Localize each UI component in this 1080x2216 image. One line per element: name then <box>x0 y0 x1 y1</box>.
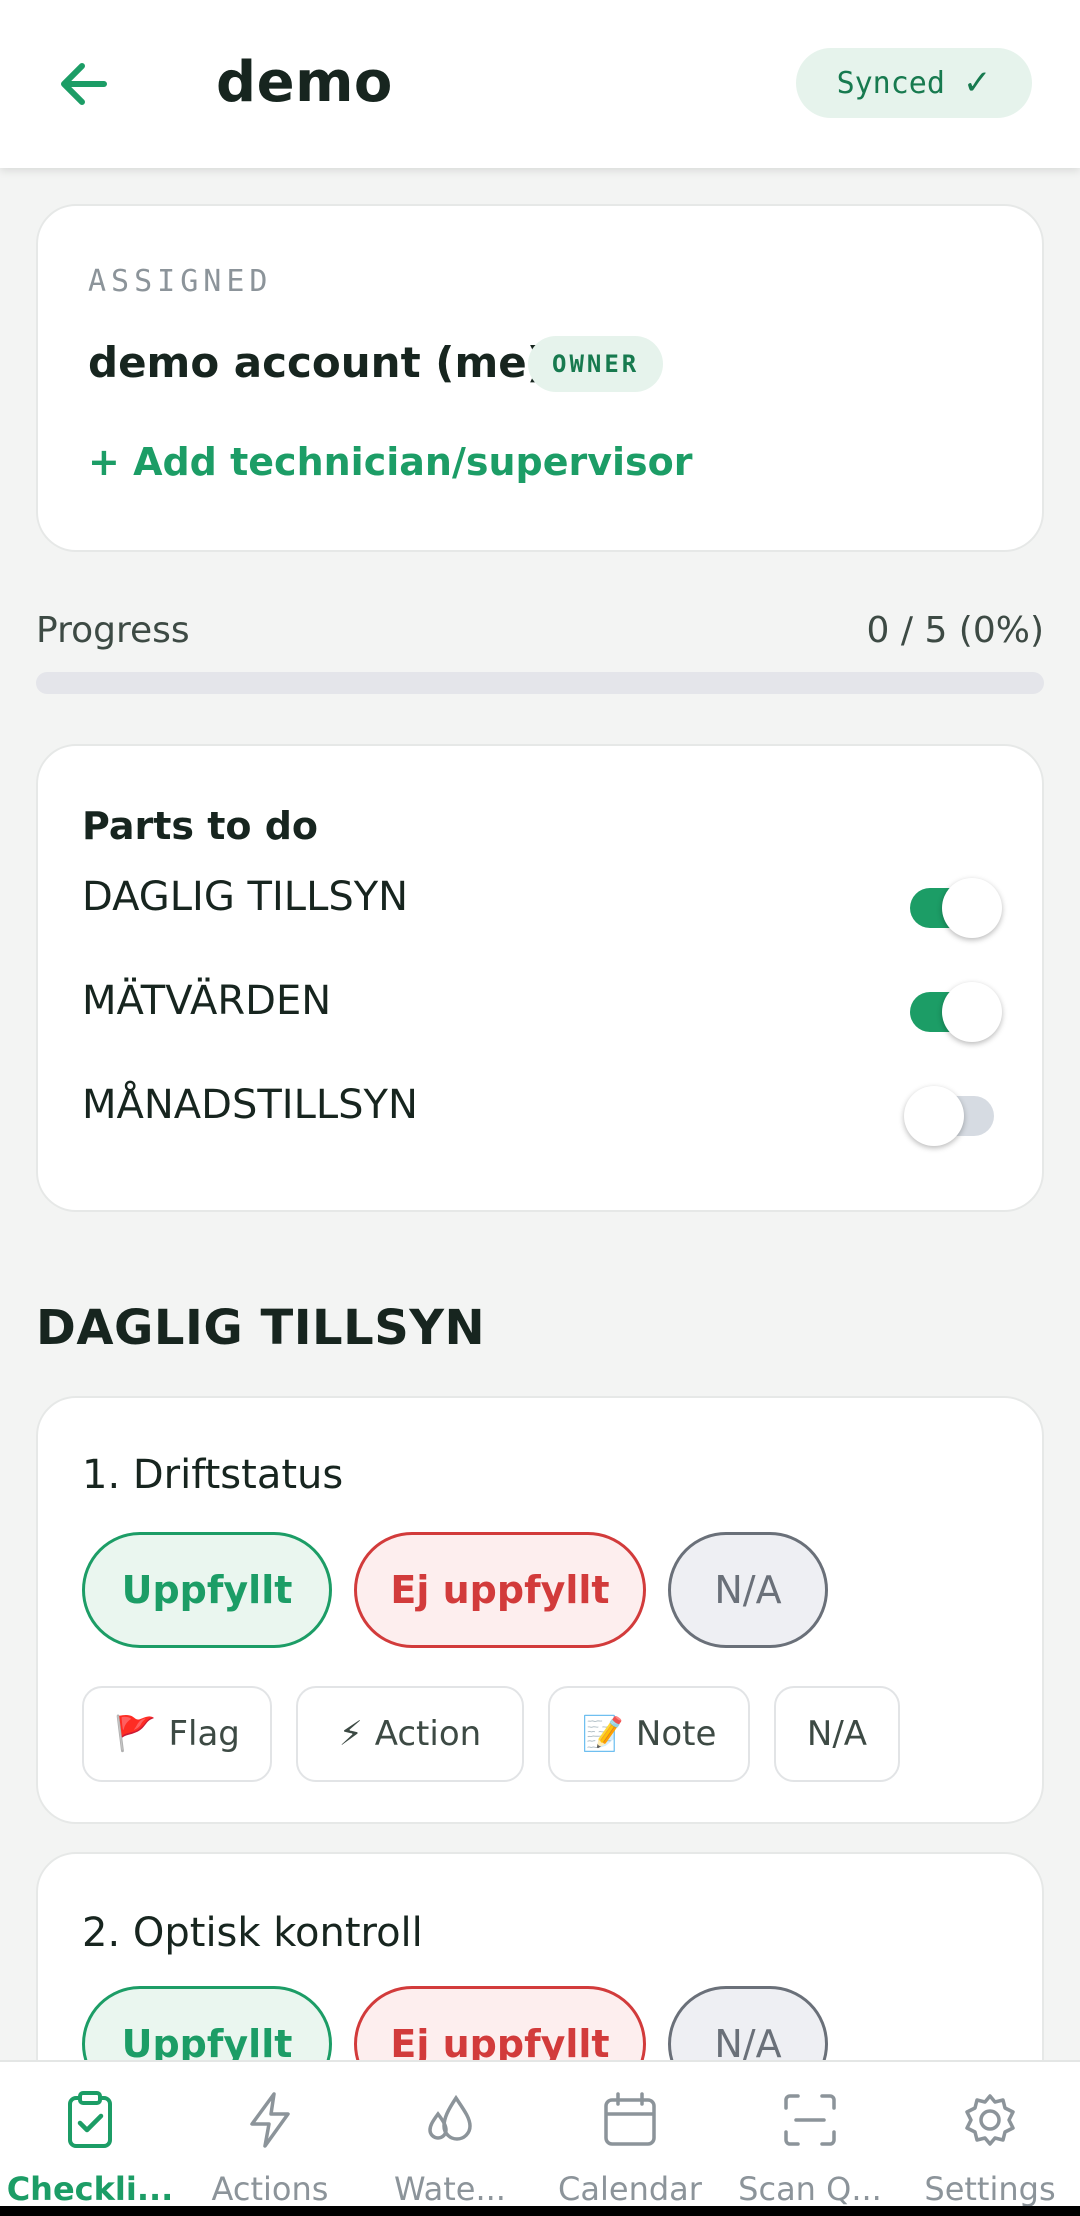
checklist-item-card: 1. Driftstatus Uppfyllt Ej uppfyllt N/A … <box>36 1396 1044 1824</box>
nav-item-checklist[interactable]: Checkli... <box>0 2062 180 2212</box>
note-chip[interactable]: 📝 Note <box>548 1686 750 1782</box>
progress-label: Progress <box>36 610 190 651</box>
check-icon: ✓ <box>962 63 992 103</box>
water-drops-icon <box>428 2094 472 2141</box>
nav-item-calendar[interactable]: Calendar <box>540 2062 720 2212</box>
item-title: 1. Driftstatus <box>82 1452 344 1498</box>
assigned-user-name: demo account (me) <box>88 338 546 387</box>
back-button[interactable] <box>52 52 116 116</box>
nav-label: Scan Q... <box>738 2170 882 2208</box>
flag-chip-label: Flag <box>168 1714 240 1754</box>
scan-qr-icon <box>784 2094 836 2146</box>
progress-bar <box>36 672 1044 694</box>
flag-icon: 🚩 <box>114 1714 157 1754</box>
sync-status-badge[interactable]: Synced ✓ <box>796 48 1032 118</box>
section-title: DAGLIG TILLSYN <box>36 1300 486 1356</box>
lightning-icon <box>250 2092 290 2148</box>
nav-label: Wate... <box>394 2170 506 2208</box>
page-title: demo <box>216 50 393 115</box>
part-row-manadstillsyn: MÅNADSTILLSYN <box>82 1070 1002 1146</box>
gear-icon <box>965 2094 1015 2146</box>
nav-item-actions[interactable]: Actions <box>180 2062 360 2212</box>
part-toggle[interactable] <box>906 874 1002 938</box>
nav-label: Calendar <box>558 2170 702 2208</box>
part-toggle[interactable] <box>906 978 1002 1042</box>
item-title: 2. Optisk kontroll <box>82 1910 423 1956</box>
assigned-card: ASSIGNED demo account (me) OWNER + Add t… <box>36 204 1044 552</box>
calendar-icon <box>604 2092 656 2146</box>
flag-chip[interactable]: 🚩 Flag <box>82 1686 272 1782</box>
part-toggle[interactable] <box>904 1082 1002 1146</box>
owner-badge: OWNER <box>528 336 664 392</box>
system-home-bar <box>0 2206 1080 2216</box>
app-header: demo Synced ✓ <box>0 0 1080 168</box>
fulfilled-button[interactable]: Uppfyllt <box>82 1532 332 1648</box>
not-fulfilled-button[interactable]: Ej uppfyllt <box>354 1532 646 1648</box>
not-applicable-button[interactable]: N/A <box>668 1532 828 1648</box>
add-technician-link[interactable]: + Add technician/supervisor <box>88 440 692 484</box>
parts-card: Parts to do DAGLIG TILLSYN MÄTVÄRDEN MÅN… <box>36 744 1044 1212</box>
clipboard-check-icon <box>68 2091 112 2148</box>
nav-item-water[interactable]: Wate... <box>360 2062 540 2212</box>
nav-item-scan-qr[interactable]: Scan Q... <box>720 2062 900 2212</box>
progress-value: 0 / 5 (0%) <box>866 610 1044 651</box>
part-row-daglig-tillsyn: DAGLIG TILLSYN <box>82 862 1002 938</box>
action-chip-label: Action <box>374 1714 482 1754</box>
part-label: MÄTVÄRDEN <box>82 978 332 1024</box>
nav-label: Settings <box>924 2170 1056 2208</box>
memo-icon: 📝 <box>581 1714 624 1754</box>
note-chip-label: Note <box>635 1714 717 1754</box>
action-chip[interactable]: ⚡ Action <box>296 1686 524 1782</box>
parts-title: Parts to do <box>82 804 319 848</box>
arrow-left-icon <box>61 63 107 105</box>
lightning-icon: ⚡ <box>338 1714 363 1754</box>
nav-item-settings[interactable]: Settings <box>900 2062 1080 2212</box>
part-row-matvarden: MÄTVÄRDEN <box>82 966 1002 1042</box>
assigned-label: ASSIGNED <box>88 264 273 299</box>
na-chip[interactable]: N/A <box>774 1686 900 1782</box>
bottom-navigation: Checkli... Actions Wate... Calendar Scan… <box>0 2060 1080 2216</box>
part-label: MÅNADSTILLSYN <box>82 1082 418 1128</box>
nav-label: Checkli... <box>6 2170 174 2208</box>
part-label: DAGLIG TILLSYN <box>82 874 409 920</box>
nav-label: Actions <box>211 2170 329 2208</box>
sync-status-text: Synced <box>836 65 945 101</box>
